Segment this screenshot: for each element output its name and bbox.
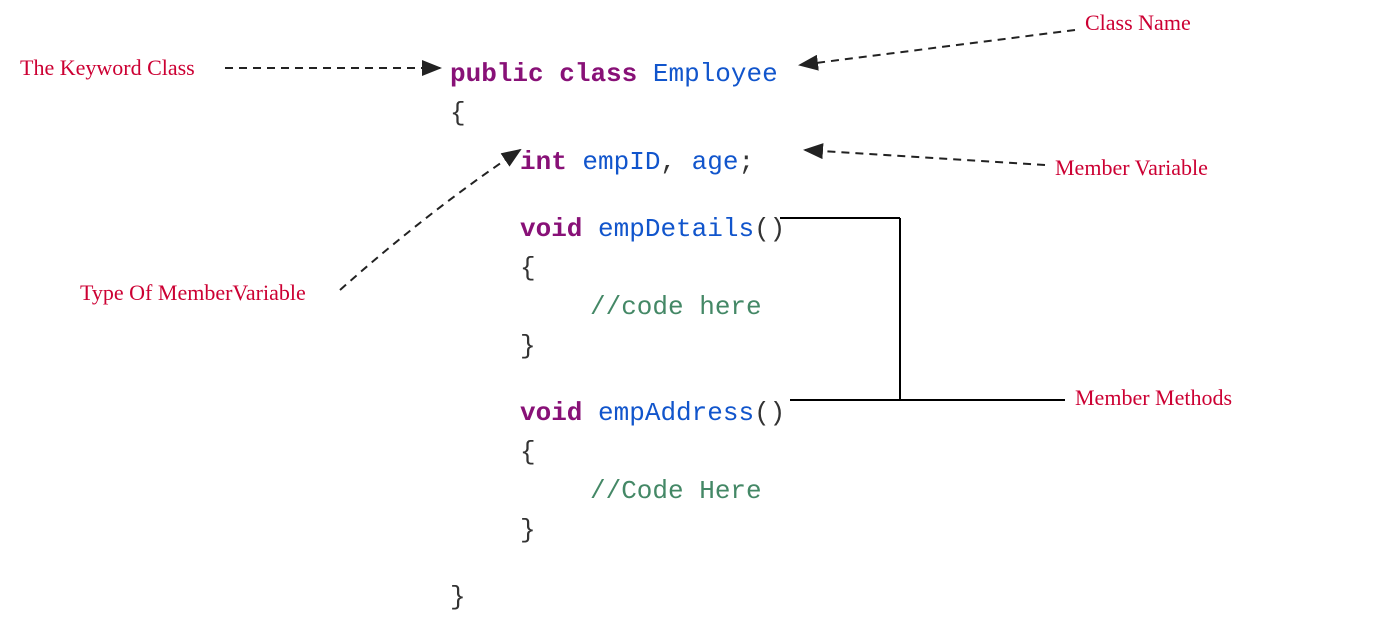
label-member-variable: Member Variable xyxy=(1055,155,1208,181)
member-variable-line: int empID, age; xyxy=(520,143,785,182)
method1-name: empDetails xyxy=(598,214,754,244)
method2-declaration: void empAddress() xyxy=(520,394,785,433)
method2-name: empAddress xyxy=(598,398,754,428)
class-open-brace: { xyxy=(450,94,785,133)
var-empid: empID xyxy=(582,147,660,177)
comment2: //Code Here xyxy=(590,472,785,511)
method2-parens: () xyxy=(754,398,785,428)
method1-declaration: void empDetails() xyxy=(520,210,785,249)
method2-open-brace: { xyxy=(520,433,785,472)
method1-open-brace: { xyxy=(520,249,785,288)
public-keyword: public xyxy=(450,59,544,89)
method1-close-brace: } xyxy=(520,327,785,366)
class-keyword: class xyxy=(559,59,637,89)
comma: , xyxy=(660,147,676,177)
class-declaration-line: public class Employee xyxy=(450,55,785,94)
void-keyword-2: void xyxy=(520,398,582,428)
class-name-identifier: Employee xyxy=(653,59,778,89)
arrow-member-variable xyxy=(805,150,1045,165)
label-class-name: Class Name xyxy=(1085,10,1191,36)
class-close-brace: } xyxy=(450,578,785,617)
comment1: //code here xyxy=(590,288,785,327)
code-block: public class Employee { int empID, age; … xyxy=(450,55,785,617)
var-age: age xyxy=(692,147,739,177)
int-type: int xyxy=(520,147,567,177)
method2-close-brace: } xyxy=(520,511,785,550)
label-keyword-class: The Keyword Class xyxy=(20,55,195,81)
label-member-methods: Member Methods xyxy=(1075,385,1232,411)
semicolon: ; xyxy=(738,147,754,177)
label-type-of-member: Type Of MemberVariable xyxy=(80,280,306,306)
arrow-class-name xyxy=(800,30,1075,65)
method1-parens: () xyxy=(754,214,785,244)
void-keyword-1: void xyxy=(520,214,582,244)
